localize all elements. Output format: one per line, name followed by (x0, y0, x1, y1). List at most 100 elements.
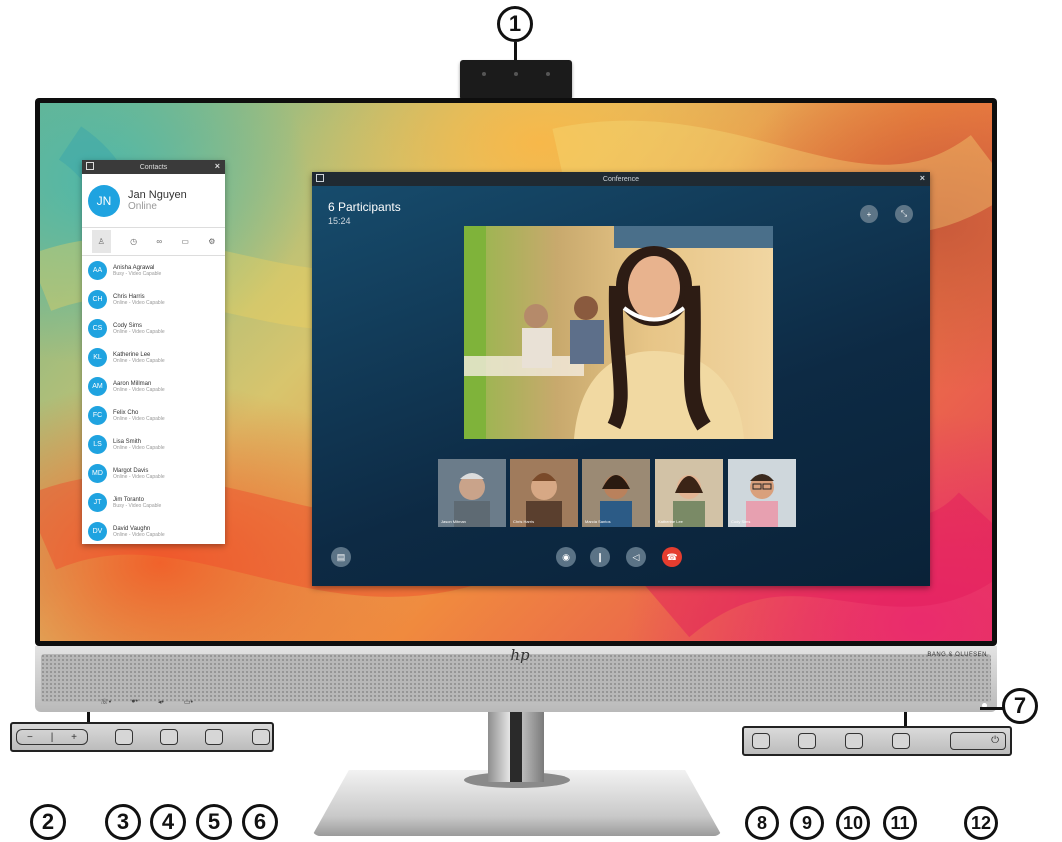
contact-avatar: KL (88, 348, 107, 367)
contact-status: Online - Video Capable (113, 357, 165, 364)
conference-titlebar[interactable]: Conference × (312, 172, 930, 186)
contact-row[interactable]: AM Aaron Millman Online - Video Capable (82, 372, 225, 401)
contacts-title: Contacts (139, 163, 168, 171)
contact-avatar: AA (88, 261, 107, 280)
clock-icon[interactable]: ◷ (130, 237, 137, 246)
participant-count: 6 Participants (328, 200, 401, 214)
brightness-button[interactable] (845, 733, 863, 749)
contact-avatar: CS (88, 319, 107, 338)
close-icon[interactable]: × (215, 161, 220, 171)
contact-status: Busy - Video Capable (113, 270, 162, 277)
callout-5: 5 (196, 804, 232, 840)
user-status: Online (128, 201, 157, 212)
mic-icon: ●• (131, 698, 138, 705)
main-video-feed[interactable] (464, 226, 773, 439)
contact-avatar: JT (88, 493, 107, 512)
thumbnail-label: Katherine Lee (658, 519, 683, 524)
link-icon[interactable]: ∞ (156, 237, 162, 246)
call-button[interactable] (115, 729, 133, 745)
chat-icon[interactable]: ▤ (331, 547, 351, 567)
hangup-icon[interactable]: ☎ (662, 547, 682, 567)
participant-thumbnail[interactable]: Jason Mitman (438, 459, 506, 527)
contact-row[interactable]: CS Cody Sims Online - Video Capable (82, 314, 225, 343)
contacts-tabs: ♙ ◷ ∞ ▭ ⚙ (82, 228, 225, 256)
speaker-mute-button[interactable] (205, 729, 223, 745)
contacts-titlebar[interactable]: Contacts × (82, 160, 225, 174)
callout-7: 7 (1002, 688, 1038, 724)
contact-row[interactable]: FC Felix Cho Online - Video Capable (82, 401, 225, 430)
callout-6: 6 (242, 804, 278, 840)
person-icon[interactable]: ♙ (91, 230, 111, 253)
user-name: Jan Nguyen (128, 189, 187, 201)
camera-button[interactable] (252, 729, 270, 745)
power-button[interactable]: ⏻ (950, 732, 1006, 750)
pop-up-webcam[interactable] (460, 60, 572, 100)
speaker-video-image (464, 226, 773, 439)
close-icon[interactable]: × (920, 173, 925, 183)
input-button[interactable] (798, 733, 816, 749)
conference-window: Conference × 6 Participants 15:24 + ⤡ Ja… (312, 172, 930, 586)
hp-logo: hp (510, 646, 530, 664)
leader-line-1 (514, 42, 517, 62)
front-icons: ☏• ●• ◂• ▭• (100, 698, 193, 706)
menu-icon[interactable] (86, 162, 94, 170)
contact-avatar: FC (88, 406, 107, 425)
collapse-icon[interactable]: ⤡ (895, 205, 913, 223)
add-participant-icon[interactable]: + (860, 205, 878, 223)
thumbnail-label: Marcia Santos (585, 519, 611, 524)
thumbnail-label: Jason Mitman (441, 519, 466, 524)
contact-row[interactable]: MD Margot Davis Online - Video Capable (82, 459, 225, 488)
contact-status: Online - Video Capable (113, 444, 165, 451)
call-timer: 15:24 (328, 216, 351, 226)
contact-avatar: MD (88, 464, 107, 483)
contact-status: Online - Video Capable (113, 328, 165, 335)
contact-status: Online - Video Capable (113, 415, 165, 422)
contact-avatar: DV (88, 522, 107, 541)
left-button-strip: − | + (10, 722, 274, 752)
callout-10: 10 (836, 806, 870, 840)
contact-row[interactable]: KL Katherine Lee Online - Video Capable (82, 343, 225, 372)
avatar: JN (88, 184, 120, 217)
callout-3: 3 (105, 804, 141, 840)
thumbnail-label: Cody Sims (731, 519, 751, 524)
menu-icon[interactable] (316, 174, 324, 182)
right-button-strip: ⏻ (742, 726, 1012, 756)
power-icon: ⏻ (991, 735, 999, 746)
leader-line-7 (980, 707, 1004, 710)
participant-thumbnail[interactable]: Cody Sims (728, 459, 796, 527)
volume-rocker[interactable]: − | + (16, 729, 88, 745)
audio-brand: BANG & OLUFSEN (927, 652, 987, 658)
contact-row[interactable]: JT Jim Toranto Busy - Video Capable (82, 488, 225, 517)
conference-title: Conference (602, 175, 640, 183)
menu-button[interactable] (752, 733, 770, 749)
contact-avatar: LS (88, 435, 107, 454)
contact-row[interactable]: DV David Vaughn Online - Video Capable (82, 517, 225, 544)
stand-neck (488, 712, 544, 782)
current-user[interactable]: JN Jan Nguyen Online (82, 174, 225, 228)
contact-status: Online - Video Capable (113, 473, 165, 480)
callout-2: 2 (30, 804, 66, 840)
speaker-bar: hp BANG & OLUFSEN ☏• ●• ◂• ▭• (35, 646, 997, 712)
camera-icon: ▭• (183, 699, 193, 706)
contact-status: Busy - Video Capable (113, 502, 162, 509)
participant-thumbnail[interactable]: Marcia Santos (582, 459, 650, 527)
contact-row[interactable]: CH Chris Harris Online - Video Capable (82, 285, 225, 314)
volume-icon[interactable]: ◁ (626, 547, 646, 567)
calendar-icon[interactable]: ▭ (181, 237, 189, 246)
mute-button[interactable] (160, 729, 178, 745)
participant-thumbnail[interactable]: Katherine Lee (655, 459, 723, 527)
callout-11: 11 (883, 806, 917, 840)
callout-8: 8 (745, 806, 779, 840)
mic-icon[interactable]: ❙ (590, 547, 610, 567)
contact-list: AA Anisha Agrawal Busy - Video Capable CH Ch… (82, 256, 225, 544)
contact-row[interactable]: AA Anisha Agrawal Busy - Video Capable (82, 256, 225, 285)
gear-icon[interactable]: ⚙ (208, 237, 215, 246)
phone-icon: ☏• (100, 699, 112, 706)
participant-thumbnail[interactable]: Chris Harris (510, 459, 578, 527)
callout-4: 4 (150, 804, 186, 840)
contact-avatar: AM (88, 377, 107, 396)
info-button[interactable] (892, 733, 910, 749)
call-info: 6 Participants 15:24 (328, 200, 401, 226)
camera-icon[interactable]: ◉ (556, 547, 576, 567)
contact-row[interactable]: LS Lisa Smith Online - Video Capable (82, 430, 225, 459)
